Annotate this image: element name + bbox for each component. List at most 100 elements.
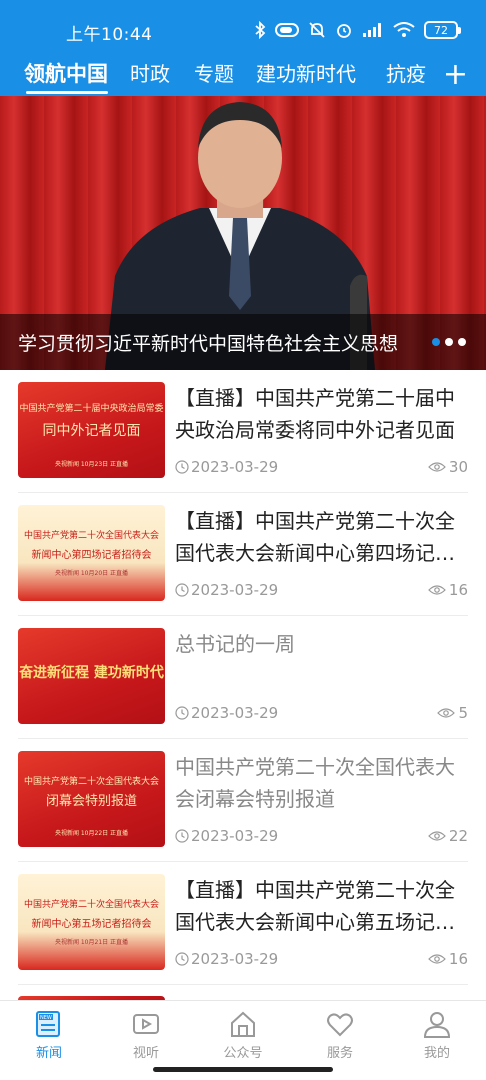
- thumb-line2: 闭幕会特别报道: [45, 794, 137, 809]
- thumb-footer: 央视新闻 10月20日 正直播: [54, 570, 129, 577]
- carousel-dot[interactable]: [432, 338, 440, 346]
- alarm-icon: [335, 19, 353, 41]
- news-title: 【直播】中国共产党第二十届中央政治局常委将同中外记者见面: [175, 386, 455, 442]
- news-thumbnail: 中国共产党第二十次全国代表大会 闭幕会特别报道 央视新闻 10月22日 正直播: [18, 751, 165, 847]
- news-views-count: 16: [448, 950, 468, 968]
- news-item[interactable]: 奋进新征程 建功新时代 总书记的一周 2023-03-29 5: [18, 616, 468, 734]
- clock-icon: [175, 583, 189, 597]
- news-meta: 2023-03-29 5: [175, 704, 468, 726]
- news-title: 【直播】中国共产党第二十次全国代表大会新闻中心第四场记者招待会: [175, 509, 455, 565]
- thumb-footer: 央视新闻 10月21日 正直播: [54, 939, 129, 946]
- nav-label: 公众号: [223, 1046, 263, 1061]
- nav-official-accounts[interactable]: 公众号: [203, 1009, 283, 1061]
- news-date: 2023-03-29: [175, 458, 278, 476]
- news-views: 16: [428, 950, 468, 968]
- news-meta: 2023-03-29 16: [175, 581, 468, 603]
- tab-shizheng[interactable]: 时政: [130, 58, 170, 87]
- news-list: 中国共产党第二十届中央政治局常委 同中外记者见面 央视新闻 10月23日 正直播…: [0, 370, 486, 1000]
- news-icon: NEW: [33, 1009, 65, 1039]
- news-views-count: 16: [448, 581, 468, 599]
- divider: [18, 984, 468, 985]
- battery-icon: 72: [424, 21, 461, 39]
- news-date-text: 2023-03-29: [191, 950, 279, 968]
- eye-icon: [428, 954, 446, 964]
- news-meta: 2023-03-29 16: [175, 950, 468, 972]
- news-meta: 2023-03-29 30: [175, 458, 468, 480]
- eye-icon: [428, 831, 446, 841]
- thumb-line2: 新闻中心第五场记者招待会: [31, 919, 152, 930]
- banner-carousel[interactable]: 学习贯彻习近平新时代中国特色社会主义思想: [0, 96, 486, 370]
- banner-caption: 学习贯彻习近平新时代中国特色社会主义思想: [0, 314, 486, 370]
- thumb-line1: 中国共产党第二十次全国代表大会: [23, 900, 159, 910]
- carousel-dot[interactable]: [458, 338, 466, 346]
- news-date-text: 2023-03-29: [191, 581, 279, 599]
- vpn-icon: [275, 19, 299, 41]
- news-views-count: 22: [448, 827, 468, 845]
- eye-icon: [437, 708, 456, 718]
- thumb-line2: 新闻中心第四场记者招待会: [31, 550, 152, 561]
- tab-jiangong-xinshidai[interactable]: 建功新时代: [256, 58, 356, 87]
- channel-tabs: 领航中国 时政 专题 建功新时代 抗疫 +: [0, 52, 486, 96]
- news-meta: 2023-03-29 22: [175, 827, 468, 849]
- nav-services[interactable]: 服务: [300, 1009, 380, 1061]
- nav-news[interactable]: NEW 新闻: [9, 1009, 89, 1061]
- news-views: 16: [428, 581, 468, 599]
- news-thumbnail: 中国共产党第二十届中央政治局常委 同中外记者见面 央视新闻 10月23日 正直播: [18, 382, 165, 478]
- nav-label: 我的: [423, 1046, 450, 1061]
- home-icon: [227, 1009, 259, 1039]
- news-thumbnail: 中国共产党第二十次全国代表大会 新闻中心第五场记者招待会 央视新闻 10月21日…: [18, 874, 165, 970]
- nav-label: 新闻: [35, 1046, 62, 1061]
- news-item[interactable]: 中国共产党第二十次全国代表大会 新闻中心第四场记者招待会 央视新闻 10月20日…: [18, 493, 468, 611]
- tab-zhuanti[interactable]: 专题: [194, 58, 234, 87]
- thumb-line1: 中国共产党第二十届中央政治局常委: [19, 404, 164, 414]
- news-title: 总书记的一周: [175, 632, 295, 656]
- news-title: 中国共产党第二十次全国代表大会闭幕会特别报道: [175, 755, 455, 811]
- news-date-text: 2023-03-29: [191, 458, 279, 476]
- news-date: 2023-03-29: [175, 950, 278, 968]
- signal-icon: [362, 19, 384, 41]
- banner-title: 学习贯彻习近平新时代中国特色社会主义思想: [18, 333, 399, 355]
- clock-icon: [175, 706, 189, 720]
- news-item[interactable]: 中国共产党第二十届中央政治局常委 同中外记者见面 央视新闻 10月23日 正直播…: [18, 370, 468, 488]
- news-views: 22: [428, 827, 468, 845]
- nav-profile[interactable]: 我的: [397, 1009, 477, 1061]
- thumb-footer: 央视新闻 10月23日 正直播: [54, 461, 129, 468]
- status-icons: 72: [254, 19, 461, 41]
- svg-text:NEW: NEW: [40, 1015, 52, 1021]
- news-item[interactable]: 中国共产党第二十次全国代表大会 闭幕会特别报道 央视新闻 10月22日 正直播 …: [18, 739, 468, 857]
- mute-icon: [308, 19, 326, 41]
- tab-lingdao-zhongguo[interactable]: 领航中国: [24, 58, 108, 88]
- news-date: 2023-03-29: [175, 581, 278, 599]
- news-views: 30: [428, 458, 468, 476]
- thumb-line1: 中国共产党第二十次全国代表大会: [23, 777, 159, 787]
- carousel-dot[interactable]: [445, 338, 453, 346]
- tab-kangyi[interactable]: 抗疫: [386, 58, 426, 87]
- news-title: 【直播】中国共产党第二十次全国代表大会新闻中心第五场记者招待会: [175, 878, 455, 934]
- news-views: 5: [437, 704, 468, 722]
- bluetooth-icon: [254, 19, 266, 41]
- add-channel-button[interactable]: +: [426, 52, 486, 96]
- thumb-line2: 同中外记者见面: [42, 423, 141, 439]
- news-date: 2023-03-29: [175, 827, 278, 845]
- eye-icon: [428, 462, 446, 472]
- news-views-count: 30: [448, 458, 468, 476]
- nav-video[interactable]: 视听: [106, 1009, 186, 1061]
- video-icon: [130, 1009, 162, 1039]
- clock-icon: [175, 952, 189, 966]
- news-item[interactable]: 中国共产党第二十次全国代表大会 新闻中心第五场记者招待会 央视新闻 10月21日…: [18, 862, 468, 980]
- user-icon: [421, 1009, 453, 1039]
- thumb-line1: 中国共产党第二十次全国代表大会: [23, 531, 159, 541]
- carousel-dots: [432, 338, 466, 346]
- news-thumbnail: 中国共产党第二十次全国代表大会 新闻中心第四场记者招待会 央视新闻 10月20日…: [18, 505, 165, 601]
- home-indicator[interactable]: [153, 1067, 333, 1072]
- news-views-count: 5: [458, 704, 468, 722]
- clock-icon: [175, 460, 189, 474]
- nav-label: 服务: [326, 1046, 353, 1061]
- news-date-text: 2023-03-29: [191, 704, 279, 722]
- news-date-text: 2023-03-29: [191, 827, 279, 845]
- status-bar: 上午10:44 72: [0, 0, 486, 52]
- news-thumbnail: 奋进新征程 建功新时代: [18, 628, 165, 724]
- heart-icon: [324, 1009, 356, 1039]
- eye-icon: [428, 585, 446, 595]
- thumb-footer: 央视新闻 10月22日 正直播: [54, 830, 129, 837]
